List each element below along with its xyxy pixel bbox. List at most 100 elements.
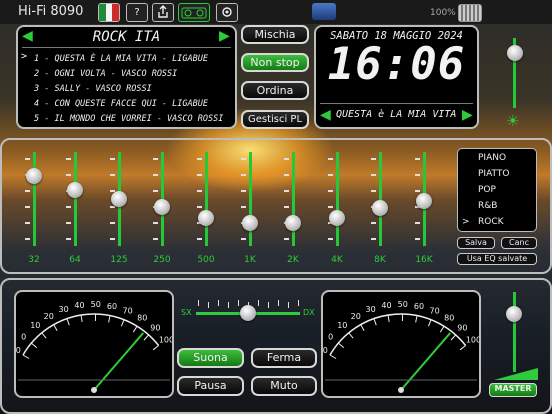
vu-scale-label: 70 [430, 306, 440, 315]
eq-tick [241, 206, 246, 208]
help-icon[interactable]: ? [126, 3, 148, 22]
eq-band-label: 4K [331, 255, 343, 265]
battery-percent: 100% [430, 8, 456, 18]
eq-band-knob[interactable] [154, 198, 170, 215]
eq-band-label: 1K [244, 255, 256, 265]
help-label: ? [134, 7, 140, 18]
preset-piatto[interactable]: PIATTO [478, 169, 509, 179]
balance-tick [268, 302, 269, 308]
master-button[interactable]: MASTER [489, 383, 537, 397]
share-icon[interactable] [152, 3, 174, 22]
track-item[interactable]: 1 - QUESTA È LA MIA VITA - LIGABUE [34, 52, 223, 67]
eq-band-track[interactable] [74, 152, 77, 246]
eq-tick [284, 206, 289, 208]
weather-image-icon[interactable] [312, 3, 336, 20]
eq-tick [197, 190, 202, 192]
eq-tick [25, 222, 30, 224]
track-item[interactable]: 3 - SALLY - VASCO ROSSI [34, 82, 223, 97]
preset-pop[interactable]: POP [478, 185, 496, 195]
eq-band-track[interactable] [336, 152, 339, 246]
eq-tick [153, 174, 158, 176]
vu-tick [373, 318, 377, 326]
eq-tick [241, 174, 246, 176]
eq-band-knob[interactable] [198, 209, 214, 226]
eq-band-knob[interactable] [329, 209, 345, 226]
eq-tick [415, 222, 420, 224]
eq-tick [415, 190, 420, 192]
eq-tick [371, 158, 376, 160]
eq-tick [66, 174, 71, 176]
track-item[interactable]: 5 - IL MONDO CHE VORREI - VASCO ROSSI [34, 112, 223, 127]
preset-piano[interactable]: PIANO [478, 153, 506, 163]
eq-tick [25, 238, 30, 240]
eq-band-track[interactable] [33, 152, 36, 246]
italy-flag-icon[interactable] [98, 3, 120, 22]
use-saved-eq-button[interactable]: Usa EQ salvate [457, 253, 537, 265]
pause-button[interactable]: Pausa [177, 376, 244, 396]
balance-tick [278, 300, 279, 306]
eq-band-knob[interactable] [285, 214, 301, 231]
eq-tick [328, 206, 333, 208]
vu-scale-label: 0 [21, 333, 26, 342]
eq-tick [415, 238, 420, 240]
preset-rock[interactable]: ROCK [478, 217, 504, 227]
nonstop-button[interactable]: Non stop [241, 53, 309, 72]
vu-tick [108, 315, 111, 323]
eq-band-knob[interactable] [416, 192, 432, 209]
eq-band-knob[interactable] [242, 214, 258, 231]
vu-scale-label: 10 [30, 321, 40, 330]
eq-tick [241, 190, 246, 192]
selected-preset-marker: > [462, 217, 470, 227]
eq-band-track[interactable] [205, 152, 208, 246]
eq-tick [197, 206, 202, 208]
mute-button[interactable]: Muto [251, 376, 317, 396]
stop-button[interactable]: Ferma [251, 348, 317, 368]
vu-tick [22, 354, 30, 359]
radio-icon[interactable] [178, 3, 210, 22]
eq-tick [25, 158, 30, 160]
eq-cancel-button[interactable]: Canc [501, 237, 537, 249]
eq-band-track[interactable] [379, 152, 382, 246]
now-playing-left-arrow-icon[interactable]: ◀ [320, 107, 331, 123]
eq-band-track[interactable] [249, 152, 252, 246]
vu-scale-label: 80 [444, 314, 454, 323]
now-playing-right-arrow-icon[interactable]: ▶ [462, 107, 473, 123]
balance-tick [208, 302, 209, 308]
preset-rnb[interactable]: R&B [478, 201, 497, 211]
vu-tick [360, 324, 365, 331]
vu-tick [120, 319, 125, 327]
manage-playlists-button[interactable]: Gestisci PL [241, 110, 309, 129]
master-volume-track[interactable] [513, 292, 516, 372]
eq-tick [371, 174, 376, 176]
vu-scale-label: 80 [137, 314, 147, 323]
eq-band-track[interactable] [292, 152, 295, 246]
sort-button[interactable]: Ordina [241, 81, 309, 100]
vu-scale-label: 30 [59, 305, 69, 314]
vu-scale-label: 0 [328, 333, 333, 342]
eq-band-knob[interactable] [67, 181, 83, 198]
time-display: 16:06 [327, 39, 466, 90]
vu-scale-label: 40 [74, 301, 84, 310]
eq-band-knob[interactable] [111, 191, 127, 207]
vu-scale-label: 60 [107, 302, 117, 311]
shuffle-button[interactable]: Mischia [241, 25, 309, 44]
track-item[interactable]: 2 - OGNI VOLTA - VASCO ROSSI [34, 67, 223, 82]
eq-tick [415, 174, 420, 176]
eq-tick [371, 190, 376, 192]
balance-tick [198, 300, 199, 306]
settings-icon[interactable] [216, 3, 238, 22]
eq-tick [284, 238, 289, 240]
vu-pivot [91, 387, 97, 393]
eq-band-knob[interactable] [26, 167, 42, 184]
balance-knob[interactable] [240, 305, 256, 321]
play-button[interactable]: Suona [177, 348, 244, 368]
next-playlist-arrow-icon[interactable]: ▶ [219, 28, 230, 44]
eq-tick [153, 158, 158, 160]
eq-save-button[interactable]: Salva [457, 237, 495, 249]
track-item[interactable]: 4 - CON QUESTE FACCE QUI - LIGABUE [34, 97, 223, 112]
eq-tick [66, 222, 71, 224]
eq-tick [110, 158, 115, 160]
balance-right-label: DX [303, 308, 315, 317]
clock-panel: SABATO 18 MAGGIO 2024 16:06 ◀ QUESTA è L… [314, 25, 479, 129]
balance-tick [228, 302, 229, 308]
